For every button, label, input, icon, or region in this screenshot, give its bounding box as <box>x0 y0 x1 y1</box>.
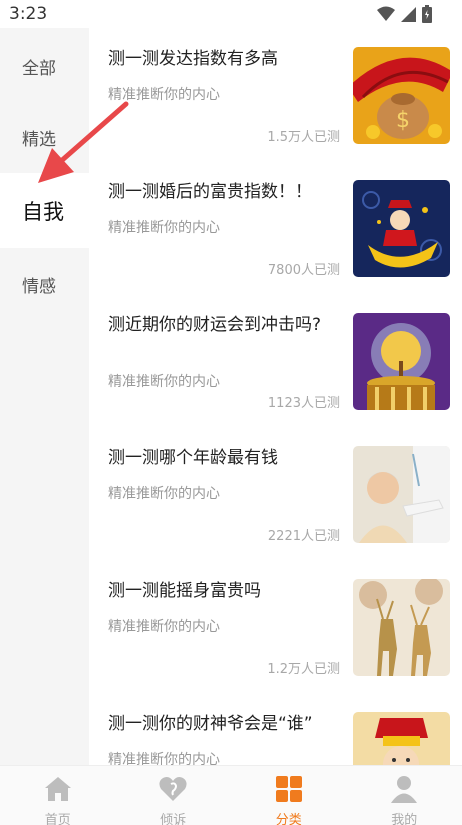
item-title: 测近期你的财运会到冲击吗? <box>108 315 322 335</box>
tab-label: 分类 <box>275 813 302 825</box>
signal-icon <box>401 6 416 22</box>
elderly-care-photo <box>353 446 450 543</box>
category-sidebar: 全部 精选 自我 情感 <box>0 28 89 765</box>
item-subtitle: 精准推断你的内心 <box>108 87 220 103</box>
item-title: 测一测发达指数有多高 <box>108 49 278 69</box>
item-title: 测一测婚后的富贵指数！！ <box>108 182 312 202</box>
sidebar-item-emotion[interactable]: 情感 <box>0 248 89 320</box>
sidebar-item-self[interactable]: 自我 <box>0 173 89 248</box>
tab-mine[interactable]: 我的 <box>347 766 462 825</box>
tab-confide[interactable]: 倾诉 <box>116 766 232 825</box>
item-count: 2221人已测 <box>267 529 340 544</box>
list-item[interactable]: 测一测能摇身富贵吗 精准推断你的内心 1.2万人已测 <box>89 560 462 693</box>
list-item[interactable]: 测一测你的财神爷会是“谁” 精准推断你的内心 <box>89 693 462 765</box>
item-count: 1.2万人已测 <box>267 662 340 677</box>
item-subtitle: 精准推断你的内心 <box>108 374 220 390</box>
wifi-icon <box>377 6 395 21</box>
battery-icon <box>422 5 432 23</box>
heart-ear-icon <box>158 774 188 804</box>
sidebar-item-label: 自我 <box>22 199 64 224</box>
item-title: 测一测你的财神爷会是“谁” <box>108 714 313 734</box>
tab-label: 倾诉 <box>160 813 187 825</box>
sidebar-item-all[interactable]: 全部 <box>0 30 89 102</box>
quiz-list: 测一测发达指数有多高 精准推断你的内心 1.5万人已测 $ 测一测婚后的富贵指数… <box>89 28 462 765</box>
golden-deer-image <box>353 579 450 676</box>
list-item[interactable]: 测一测哪个年龄最有钱 精准推断你的内心 2221人已测 <box>89 427 462 560</box>
item-count: 1.5万人已测 <box>267 130 340 145</box>
status-time: 3:23 <box>9 4 48 24</box>
category-grid-icon <box>274 774 304 804</box>
item-subtitle: 精准推断你的内心 <box>108 752 220 765</box>
god-of-wealth-ingot-image <box>353 180 450 277</box>
list-item[interactable]: 测一测婚后的富贵指数！！ 精准推断你的内心 7800人已测 <box>89 161 462 294</box>
lucky-bag-umbrella-image: $ <box>353 47 450 144</box>
svg-text:$: $ <box>396 108 410 133</box>
sidebar-item-label: 精选 <box>22 129 56 150</box>
item-title: 测一测哪个年龄最有钱 <box>108 448 278 468</box>
tab-label: 我的 <box>391 813 418 825</box>
bottom-tab-bar: 首页 倾诉 分类 我的 <box>0 765 462 825</box>
list-item[interactable]: 测近期你的财运会到冲击吗? 精准推断你的内心 1123人已测 <box>89 294 462 427</box>
status-bar: 3:23 <box>0 0 462 28</box>
tab-home[interactable]: 首页 <box>0 766 116 825</box>
god-of-wealth-face-image <box>353 712 450 765</box>
status-icons <box>377 5 432 23</box>
sidebar-item-featured[interactable]: 精选 <box>0 101 89 173</box>
home-icon <box>43 774 73 804</box>
tab-category[interactable]: 分类 <box>231 766 347 825</box>
money-tree-globe-image <box>353 313 450 410</box>
item-count: 1123人已测 <box>267 396 340 411</box>
item-subtitle: 精准推断你的内心 <box>108 619 220 635</box>
list-item[interactable]: 测一测发达指数有多高 精准推断你的内心 1.5万人已测 $ <box>89 28 462 161</box>
person-icon <box>389 774 419 804</box>
item-subtitle: 精准推断你的内心 <box>108 486 220 502</box>
item-subtitle: 精准推断你的内心 <box>108 220 220 236</box>
item-count: 7800人已测 <box>267 263 340 278</box>
tab-label: 首页 <box>44 813 71 825</box>
sidebar-item-label: 全部 <box>22 58 56 79</box>
item-title: 测一测能摇身富贵吗 <box>108 581 261 601</box>
sidebar-item-label: 情感 <box>22 276 56 297</box>
